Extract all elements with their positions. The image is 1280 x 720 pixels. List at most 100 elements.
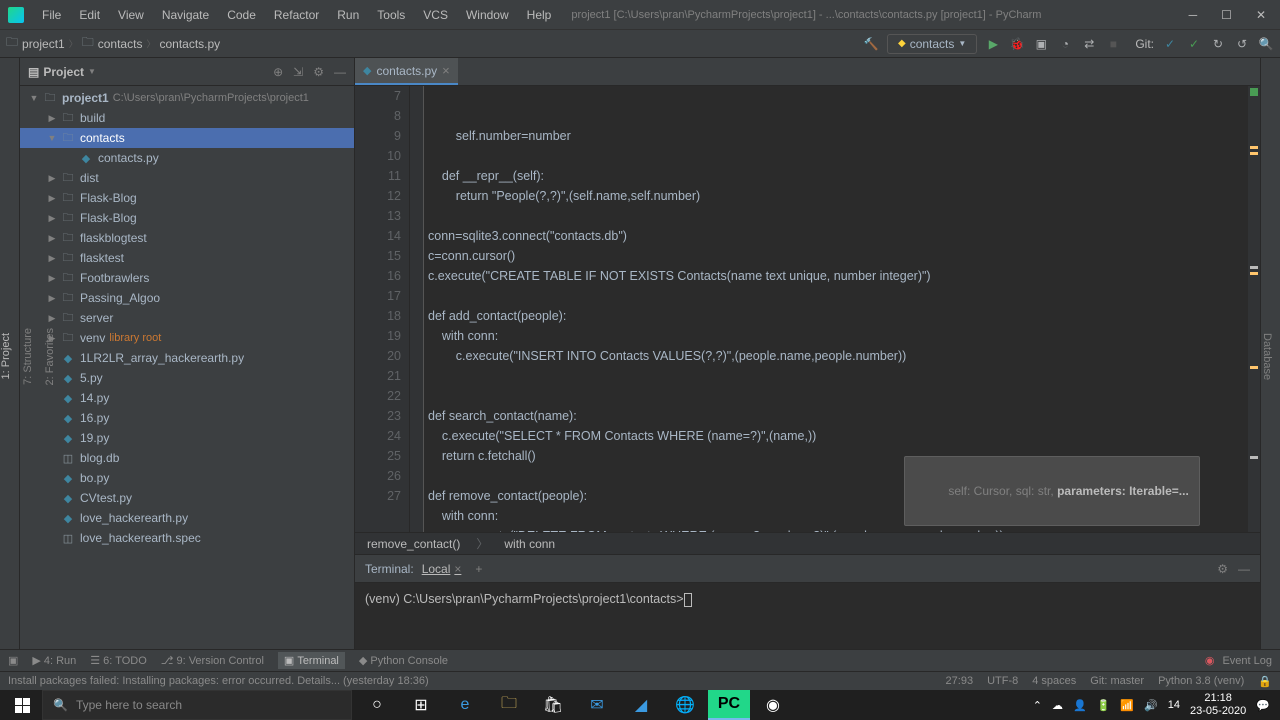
code-line[interactable]: conn=sqlite3.connect("contacts.db"): [428, 226, 1248, 246]
settings-icon[interactable]: ⚙: [313, 65, 324, 79]
mail-icon[interactable]: ✉: [576, 690, 618, 720]
close-terminal-tab-icon[interactable]: ×: [454, 562, 461, 576]
stripe-favorites[interactable]: 2: Favorites: [44, 324, 56, 389]
status-encoding[interactable]: UTF-8: [987, 675, 1018, 688]
project-tree[interactable]: ▼ 🗀 project1 C:\Users\pran\PycharmProjec…: [20, 86, 354, 649]
new-terminal-icon[interactable]: +: [475, 562, 482, 576]
menu-navigate[interactable]: Navigate: [154, 4, 217, 26]
rollback-icon[interactable]: ↺: [1234, 36, 1250, 52]
collapse-icon[interactable]: ⇲: [293, 65, 303, 79]
menu-tools[interactable]: Tools: [369, 4, 413, 26]
code-line[interactable]: self.number=number: [428, 126, 1248, 146]
menu-run[interactable]: Run: [329, 4, 367, 26]
cortana-icon[interactable]: ○: [356, 690, 398, 720]
volume-icon[interactable]: 🔊: [1144, 699, 1158, 712]
event-log-icon[interactable]: ◉: [1205, 654, 1215, 667]
menu-help[interactable]: Help: [519, 4, 560, 26]
hide-icon[interactable]: —: [334, 65, 346, 79]
system-tray[interactable]: ⌃ ☁ 👤 🔋 📶 🔊 14 21:18 23-05-2020 💬: [1025, 692, 1278, 718]
tree-item[interactable]: ▶🗀server: [20, 308, 354, 328]
terminal-hide-icon[interactable]: —: [1238, 562, 1250, 576]
tree-root[interactable]: ▼ 🗀 project1 C:\Users\pran\PycharmProjec…: [20, 88, 354, 108]
run-config-selector[interactable]: ◆ contacts ▼: [887, 34, 977, 54]
terminal-settings-icon[interactable]: ⚙: [1217, 562, 1228, 576]
tree-item[interactable]: ▶🗀flasktest: [20, 248, 354, 268]
breadcrumb-root[interactable]: project1: [22, 37, 65, 51]
chevron-down-icon[interactable]: ▼: [88, 67, 96, 76]
code-editor[interactable]: 789101112131415161718192021222324252627 …: [355, 86, 1260, 532]
menu-code[interactable]: Code: [219, 4, 264, 26]
marker-stripe[interactable]: [1248, 86, 1260, 532]
status-message[interactable]: Install packages failed: Installing pack…: [8, 675, 429, 687]
taskbar-search[interactable]: 🔍 Type here to search: [42, 690, 352, 720]
crumb-function[interactable]: remove_contact(): [367, 537, 460, 551]
stripe-database[interactable]: Database: [1261, 327, 1273, 386]
run-icon[interactable]: ▶: [985, 36, 1001, 52]
menu-file[interactable]: File: [34, 4, 69, 26]
temp-indicator[interactable]: 14: [1168, 699, 1180, 711]
tw-terminal[interactable]: ▣ Terminal: [278, 652, 345, 669]
start-button[interactable]: [2, 690, 42, 720]
tree-item[interactable]: ◆16.py: [20, 408, 354, 428]
tree-item[interactable]: ▶🗀Flask-Blog: [20, 208, 354, 228]
code-area[interactable]: self.number=number def __repr__(self): r…: [424, 86, 1248, 532]
menu-window[interactable]: Window: [458, 4, 517, 26]
clock[interactable]: 21:18 23-05-2020: [1190, 692, 1246, 718]
profile-icon[interactable]: ◔: [1057, 36, 1073, 52]
code-line[interactable]: def add_contact(people):: [428, 306, 1248, 326]
build-icon[interactable]: 🔨: [863, 36, 879, 52]
tree-item[interactable]: ▶🗀build: [20, 108, 354, 128]
menu-refactor[interactable]: Refactor: [266, 4, 327, 26]
explorer-icon[interactable]: 🗀: [488, 690, 530, 720]
tw-run[interactable]: ▶ 4: Run: [32, 654, 76, 667]
maximize-icon[interactable]: ☐: [1215, 6, 1238, 24]
status-python[interactable]: Python 3.8 (venv): [1158, 675, 1244, 688]
tree-item[interactable]: ◆contacts.py: [20, 148, 354, 168]
pycharm-taskbar-icon[interactable]: PC: [708, 690, 750, 720]
commit-icon[interactable]: ✓: [1162, 36, 1178, 52]
locate-icon[interactable]: ⊕: [273, 65, 283, 79]
search-everywhere-icon[interactable]: 🔍: [1258, 36, 1274, 52]
code-line[interactable]: def __repr__(self):: [428, 166, 1248, 186]
edge-icon[interactable]: e: [444, 690, 486, 720]
code-line[interactable]: c.execute("INSERT INTO Contacts VALUES(?…: [428, 346, 1248, 366]
minimize-icon[interactable]: ─: [1183, 6, 1204, 24]
code-line[interactable]: return "People(?,?)",(self.name,self.num…: [428, 186, 1248, 206]
breadcrumb-file[interactable]: contacts.py: [159, 37, 220, 51]
code-line[interactable]: c.execute("CREATE TABLE IF NOT EXISTS Co…: [428, 266, 1248, 286]
status-indent[interactable]: 4 spaces: [1032, 675, 1076, 688]
breadcrumb-folder[interactable]: contacts: [98, 37, 143, 51]
concurrency-icon[interactable]: ⇄: [1081, 36, 1097, 52]
crumb-context[interactable]: with conn: [504, 537, 555, 551]
tab-contacts[interactable]: ◆ contacts.py ×: [355, 58, 458, 85]
terminal-body[interactable]: (venv) C:\Users\pran\PycharmProjects\pro…: [355, 583, 1260, 649]
tree-item[interactable]: ◆14.py: [20, 388, 354, 408]
code-line[interactable]: [428, 366, 1248, 386]
tree-item[interactable]: ▶🗀Passing_Algoo: [20, 288, 354, 308]
tree-item[interactable]: ◆CVtest.py: [20, 488, 354, 508]
stop-icon[interactable]: ■: [1105, 36, 1121, 52]
tree-item[interactable]: ◆5.py: [20, 368, 354, 388]
tree-item[interactable]: ◆1LR2LR_array_hackerearth.py: [20, 348, 354, 368]
tree-item[interactable]: ◆bo.py: [20, 468, 354, 488]
code-line[interactable]: c.execute("DELETE FROM contacts WHERE (n…: [428, 526, 1248, 532]
fold-column[interactable]: [410, 86, 424, 532]
tool-stripe-toggle-icon[interactable]: ▣: [8, 654, 18, 667]
tree-item[interactable]: ▶🗀venvlibrary root: [20, 328, 354, 348]
tree-item[interactable]: ◆love_hackerearth.py: [20, 508, 354, 528]
tray-chevron-icon[interactable]: ⌃: [1033, 699, 1042, 712]
close-icon[interactable]: ✕: [1250, 6, 1272, 24]
onedrive-icon[interactable]: ☁: [1052, 699, 1063, 712]
stripe-project[interactable]: 1: Project: [0, 329, 12, 383]
tree-item[interactable]: ▼🗀contacts: [20, 128, 354, 148]
code-line[interactable]: [428, 286, 1248, 306]
wifi-icon[interactable]: 📶: [1120, 699, 1134, 712]
tw-event-log[interactable]: Event Log: [1222, 655, 1272, 667]
obs-icon[interactable]: ◉: [752, 690, 794, 720]
taskview-icon[interactable]: ⊞: [400, 690, 442, 720]
menu-vcs[interactable]: VCS: [415, 4, 456, 26]
tree-item[interactable]: ◫blog.db: [20, 448, 354, 468]
push-icon[interactable]: ✓: [1186, 36, 1202, 52]
menu-view[interactable]: View: [110, 4, 152, 26]
tw-todo[interactable]: ☰ 6: TODO: [90, 654, 146, 667]
